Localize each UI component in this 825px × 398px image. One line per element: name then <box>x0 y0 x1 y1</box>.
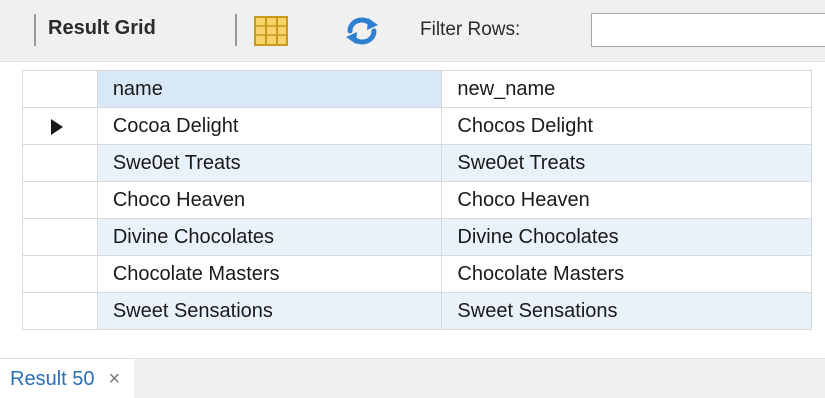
row-header-corner <box>22 70 98 108</box>
cell-name[interactable]: Chocolate Masters <box>96 255 443 293</box>
table-row[interactable]: Sweet Sensations Sweet Sensations <box>22 292 812 330</box>
cell-name[interactable]: Swe0et Treats <box>96 144 443 182</box>
row-selector[interactable] <box>22 292 98 330</box>
column-header-new-name[interactable]: new_name <box>441 70 812 108</box>
cell-name[interactable]: Choco Heaven <box>96 181 443 219</box>
header-row: name new_name <box>22 70 812 108</box>
cell-new-name[interactable]: Chocolate Masters <box>441 255 812 293</box>
result-toolbar: Result Grid Filter Rows: <box>0 0 825 62</box>
refresh-icon[interactable] <box>344 17 380 45</box>
close-icon[interactable]: × <box>109 369 121 389</box>
cell-new-name[interactable]: Divine Chocolates <box>441 218 812 256</box>
result-grid-label[interactable]: Result Grid <box>48 17 156 40</box>
row-selector[interactable] <box>22 218 98 256</box>
table-row[interactable]: Swe0et Treats Swe0et Treats <box>22 144 812 182</box>
cell-new-name[interactable]: Choco Heaven <box>441 181 812 219</box>
result-grid: name new_name Cocoa Delight Chocos Delig… <box>22 70 812 330</box>
result-tab-bar: Result 50 × <box>0 358 825 398</box>
cell-name[interactable]: Sweet Sensations <box>96 292 443 330</box>
cell-new-name[interactable]: Chocos Delight <box>441 107 812 145</box>
cell-new-name[interactable]: Sweet Sensations <box>441 292 812 330</box>
filter-rows-input[interactable] <box>591 13 825 47</box>
column-header-name[interactable]: name <box>96 70 443 108</box>
row-selector[interactable] <box>22 181 98 219</box>
cell-new-name[interactable]: Swe0et Treats <box>441 144 812 182</box>
toolbar-separator <box>235 14 237 46</box>
row-selector[interactable] <box>22 144 98 182</box>
table-row[interactable]: Cocoa Delight Chocos Delight <box>22 107 812 145</box>
table-row[interactable]: Choco Heaven Choco Heaven <box>22 181 812 219</box>
table-row[interactable]: Chocolate Masters Chocolate Masters <box>22 255 812 293</box>
row-selector[interactable] <box>22 107 98 145</box>
table-row[interactable]: Divine Chocolates Divine Chocolates <box>22 218 812 256</box>
tab-result-50[interactable]: Result 50 × <box>0 359 135 398</box>
toolbar-separator <box>34 14 36 46</box>
row-pointer-icon <box>51 119 63 135</box>
result-table: name new_name Cocoa Delight Chocos Delig… <box>22 70 812 330</box>
cell-name[interactable]: Cocoa Delight <box>96 107 443 145</box>
row-selector[interactable] <box>22 255 98 293</box>
cell-name[interactable]: Divine Chocolates <box>96 218 443 256</box>
filter-rows-label: Filter Rows: <box>420 19 521 40</box>
tab-label: Result 50 <box>10 367 95 390</box>
grid-layout-icon[interactable] <box>254 16 288 46</box>
